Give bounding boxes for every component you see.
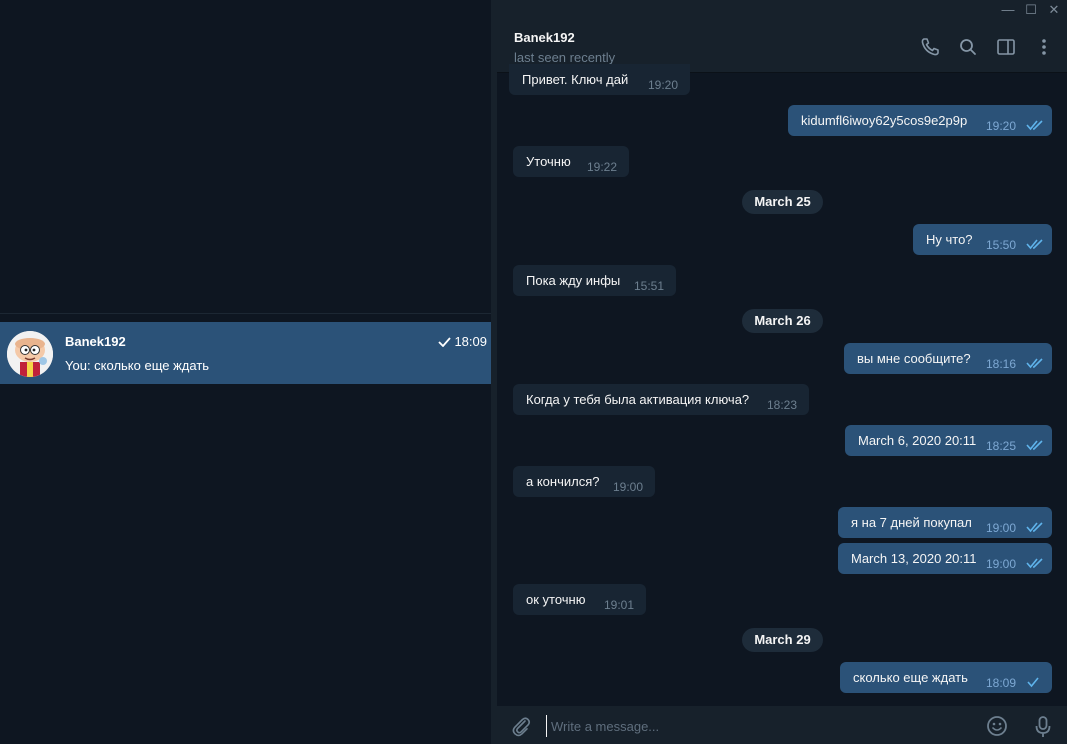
chat-list-item-time: 18:09 [454,334,487,349]
message-incoming[interactable]: а кончился? 19:00 [513,466,655,497]
chat-list-divider [0,313,491,314]
double-check-icon [1026,239,1043,250]
single-check-icon [1027,677,1039,688]
message-text: я на 7 дней покупал [851,515,972,530]
message-time: 19:01 [604,598,635,612]
message-composer [497,706,1067,744]
message-outgoing[interactable]: вы мне сообщите? 18:16 [844,343,1052,374]
message-outgoing[interactable]: kidumfl6iwoy62y5cos9e2p9p 19:20 [788,105,1052,136]
message-incoming[interactable]: Привет. Ключ дай 19:20 [509,64,690,95]
phone-icon[interactable] [920,37,940,57]
paperclip-icon[interactable] [510,715,532,737]
avatar [7,331,53,377]
message-text: вы мне сообщите? [857,351,971,366]
message-outgoing[interactable]: Ну что? 15:50 [913,224,1052,255]
chat-list-item[interactable] [0,322,496,384]
chat-list-item-preview: You: сколько еще ждать [65,358,210,373]
message-time: 19:20 [648,78,679,92]
message-incoming[interactable]: ок уточню 19:01 [513,584,646,615]
emoji-icon[interactable] [986,715,1008,737]
message-text: Когда у тебя была активация ключа? [526,392,750,407]
message-text: ок уточню [526,592,586,607]
message-text: March 13, 2020 20:11 [851,551,977,566]
message-time: 19:00 [986,557,1017,571]
double-check-icon [1026,358,1043,369]
message-input[interactable] [546,715,966,737]
message-incoming[interactable]: Уточню 19:22 [513,146,629,177]
chat-list-item-name: Banek192 [65,334,126,349]
maximize-button[interactable]: ☐ [1023,2,1039,18]
sidebar-toggle-icon[interactable] [996,37,1016,57]
message-time: 19:00 [986,521,1017,535]
microphone-icon[interactable] [1034,715,1052,739]
double-check-icon [1026,558,1043,569]
message-time: 15:51 [634,279,665,293]
message-time: 19:00 [613,480,644,494]
conversation-status: last seen recently [514,50,616,65]
sent-check-icon [438,336,452,347]
message-text: Привет. Ключ дай [522,72,629,87]
message-outgoing[interactable]: March 6, 2020 20:11 18:25 [845,425,1052,456]
message-time: 18:09 [986,676,1017,690]
message-time: 18:16 [986,357,1017,371]
message-text: сколько еще ждать [853,670,968,685]
date-separator: March 29 [742,628,823,652]
message-time: 18:25 [986,439,1017,453]
message-incoming[interactable]: Когда у тебя была активация ключа? 18:23 [513,384,809,415]
message-time: 18:23 [767,398,798,412]
double-check-icon [1026,440,1043,451]
message-text: Ну что? [926,232,973,247]
message-time: 15:50 [986,238,1017,252]
message-outgoing[interactable]: я на 7 дней покупал 19:00 [838,507,1052,538]
chat-list-item-meta: 18:09 [438,334,487,349]
message-incoming[interactable]: Пока жду инфы 15:51 [513,265,676,296]
date-separator: March 25 [742,190,823,214]
message-text: March 6, 2020 20:11 [858,433,977,448]
conversation-title[interactable]: Banek192 [514,30,575,45]
minimize-button[interactable]: — [1000,2,1016,18]
more-vertical-icon[interactable] [1034,37,1054,57]
search-icon[interactable] [958,37,978,57]
message-time: 19:22 [587,160,618,174]
message-text: а кончился? [526,474,600,489]
message-outgoing[interactable]: сколько еще ждать 18:09 [840,662,1052,693]
close-button[interactable]: ✕ [1046,2,1062,18]
message-text: Уточню [526,154,571,169]
double-check-icon [1026,522,1043,533]
message-text: Пока жду инфы [526,273,621,288]
window-titlebar: — ☐ ✕ [491,0,1067,20]
message-time: 19:20 [986,119,1017,133]
message-outgoing[interactable]: March 13, 2020 20:11 19:00 [838,543,1052,574]
double-check-icon [1026,120,1043,131]
message-text: kidumfl6iwoy62y5cos9e2p9p [801,113,968,128]
date-separator: March 26 [742,309,823,333]
